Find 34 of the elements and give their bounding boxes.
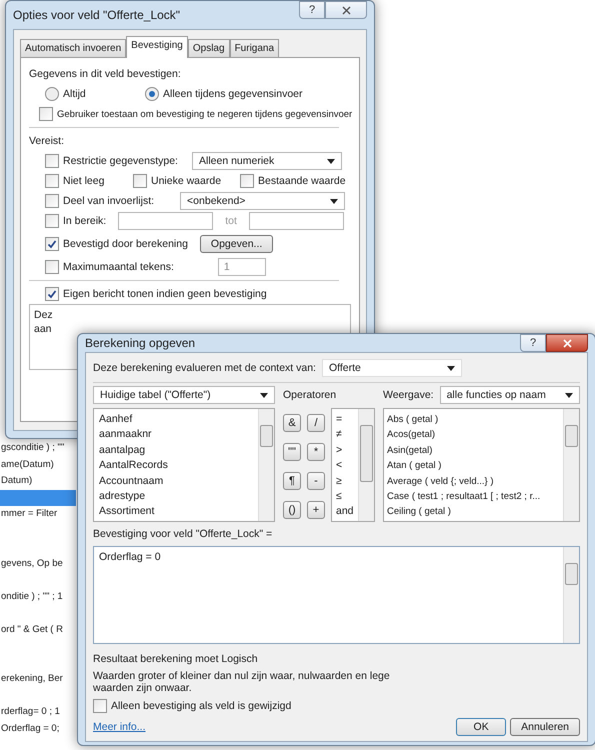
code-line: ord " & Get ( R	[0, 622, 63, 636]
code-line: mmer = Filter	[0, 507, 58, 521]
range-separator: tot	[225, 215, 237, 227]
explanation-text: Waarden groter of kleiner dan nul zijn waar, nulwaarden en lege waarden zijn onwaar.	[93, 670, 391, 694]
checkbox-label: Eigen bericht tonen indien geen bevestiging	[63, 288, 267, 300]
checkbox-label: Niet leeg	[63, 175, 104, 187]
checkbox-label: Maximumaantal tekens:	[63, 261, 174, 273]
code-line: Orderflag = 0;	[0, 722, 60, 736]
checkbox-label: Bevestigd door berekening	[63, 238, 188, 250]
window-title: Opties voor veld "Offerte_Lock"	[13, 8, 180, 22]
code-line: erekening, Ber	[0, 672, 63, 686]
window-title: Berekening opgeven	[85, 336, 196, 350]
context-label: Deze berekening evalueren met de context van:	[93, 362, 316, 374]
checkbox-label: Restrictie gegevenstype:	[63, 155, 178, 167]
code-line: rderflag= 0 ; 1	[0, 705, 60, 719]
section-label: Vereist:	[29, 135, 64, 147]
group-label: Gegevens in dit veld bevestigen:	[29, 68, 181, 80]
radio-label: Altijd	[63, 88, 86, 100]
checkbox-label: In bereik:	[63, 215, 106, 227]
checkbox-label: Gebruiker toestaan om bevestiging te negeren tijdens gegevensinvoer	[57, 108, 352, 120]
view-label: Weergave:	[383, 389, 434, 401]
code-line: ame(Datum)	[0, 458, 54, 472]
code-line: Datum)	[0, 474, 32, 488]
code-line: gevens, Op be	[0, 556, 63, 570]
radio-label: Alleen tijdens gegevensinvoer	[163, 88, 303, 100]
formula-label: Bevestiging voor veld "Offerte_Lock" =	[93, 528, 272, 540]
code-line: gsconditie ) ; ""	[0, 441, 64, 455]
checkbox-label: Unieke waarde	[151, 175, 222, 187]
operators-label: Operatoren	[283, 389, 336, 401]
code-line: onditie ) ; "" ; 1	[0, 590, 63, 604]
checkbox-label: Alleen bevestiging als veld is gewijzigd	[111, 700, 292, 712]
result-note: Resultaat berekening moet Logisch	[93, 653, 258, 665]
checkbox-label: Deel van invoerlijst:	[63, 195, 154, 207]
checkbox-label: Bestaande waarde	[258, 175, 346, 187]
